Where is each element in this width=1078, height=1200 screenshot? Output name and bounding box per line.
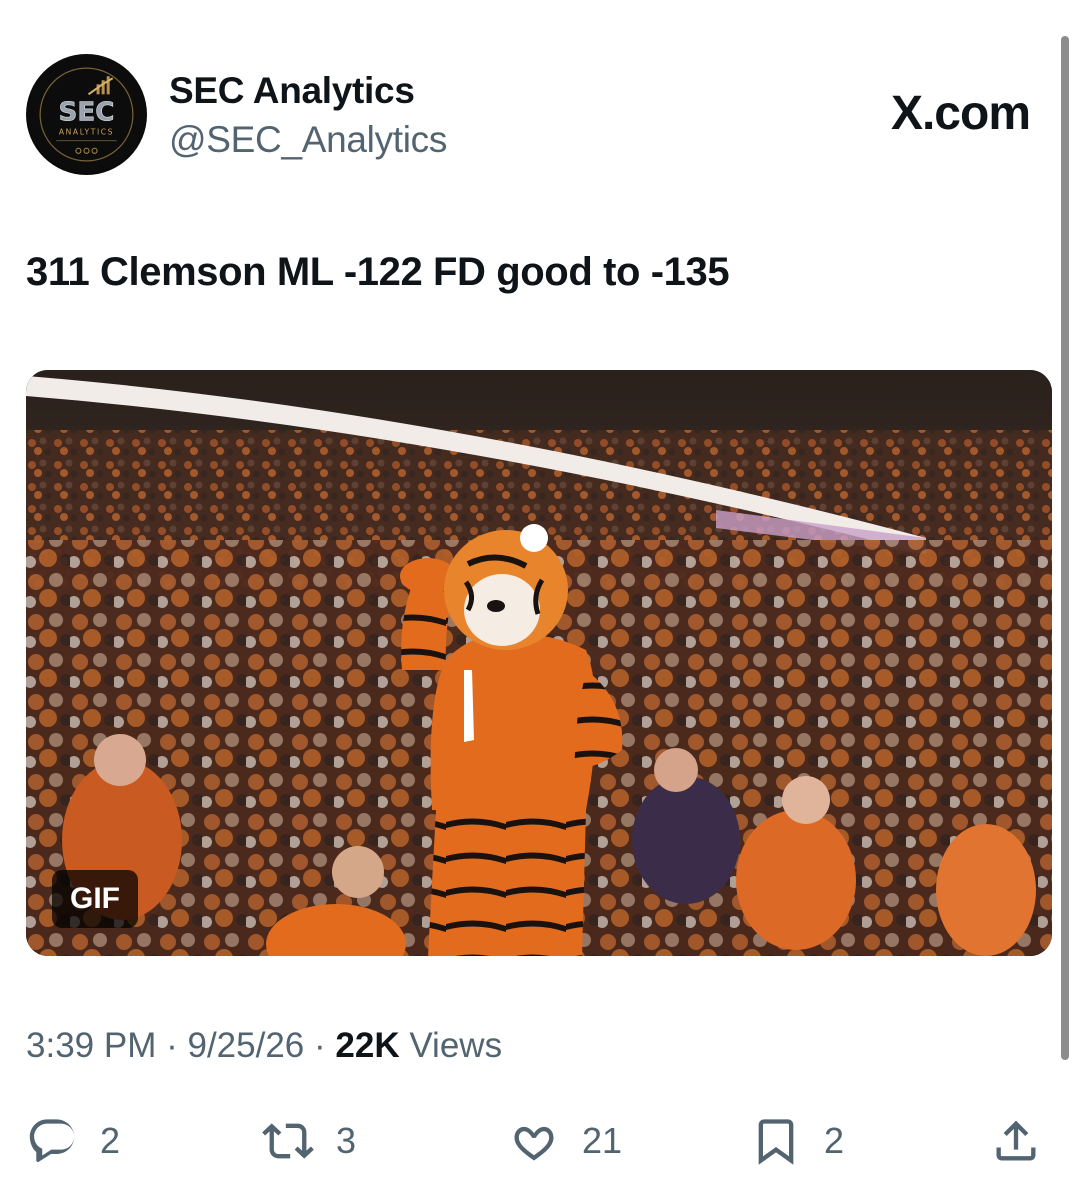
views-label: Views	[409, 1026, 503, 1065]
repost-icon	[262, 1123, 314, 1159]
separator: ·	[166, 1026, 178, 1065]
tweet-metadata: 3:39 PM · 9/25/26 · 22K Views	[26, 1026, 502, 1066]
stadium-mascot-image	[26, 370, 1052, 956]
account-handle[interactable]: @SEC_Analytics	[169, 119, 447, 161]
reply-icon	[29, 1119, 75, 1163]
reply-count: 2	[100, 1120, 121, 1161]
svg-text:SEC: SEC	[58, 98, 114, 128]
account-name[interactable]: SEC Analytics	[169, 70, 415, 112]
tweet-time[interactable]: 3:39 PM	[26, 1026, 156, 1065]
repost-count: 3	[336, 1120, 357, 1161]
share-icon	[996, 1120, 1036, 1161]
heart-icon	[514, 1126, 554, 1161]
tweet-text: 311 Clemson ML -122 FD good to -135	[26, 250, 730, 294]
x-com-logo: X.com	[890, 87, 1031, 140]
gif-badge: GIF	[52, 870, 138, 928]
separator: ·	[314, 1026, 326, 1065]
avatar[interactable]: SEC ANALYTICS	[26, 54, 147, 175]
bookmark-count: 2	[824, 1120, 845, 1161]
tweet-media-gif[interactable]	[26, 370, 1052, 956]
reply-button[interactable]: 2	[26, 1112, 120, 1170]
bookmark-icon	[758, 1119, 794, 1165]
sec-analytics-logo: SEC ANALYTICS	[28, 56, 145, 173]
repost-button[interactable]: 3	[262, 1112, 356, 1170]
tweet-date[interactable]: 9/25/26	[187, 1026, 304, 1065]
views-count: 22K	[335, 1026, 400, 1065]
like-count: 21	[582, 1120, 623, 1161]
share-button[interactable]	[990, 1112, 1042, 1170]
bookmark-button[interactable]: 2	[750, 1112, 844, 1170]
scrollbar[interactable]	[1061, 36, 1069, 1060]
like-button[interactable]: 21	[508, 1112, 622, 1170]
svg-text:ANALYTICS: ANALYTICS	[59, 128, 114, 137]
